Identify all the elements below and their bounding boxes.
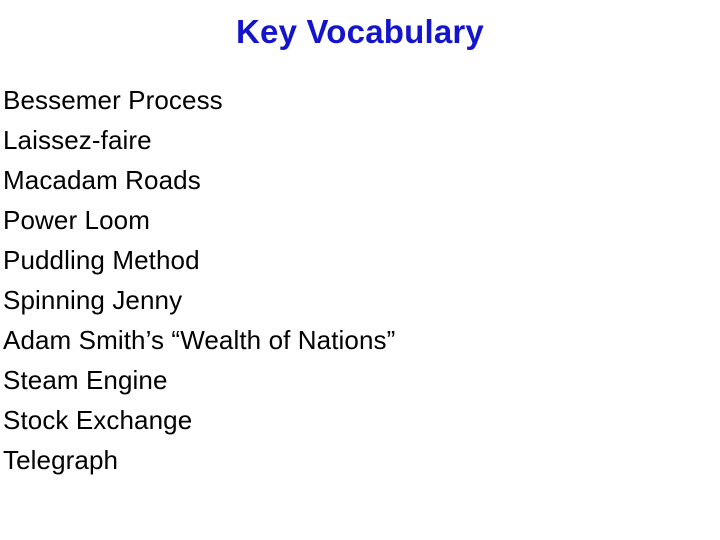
list-item: Macadam Roads <box>3 165 201 195</box>
list-item: Laissez-faire <box>3 125 152 155</box>
list-item: Bessemer Process <box>3 85 223 115</box>
page-title: Key Vocabulary <box>236 13 484 50</box>
slide: Key Vocabulary Bessemer Process Laissez-… <box>0 0 720 540</box>
list-item: Power Loom <box>3 205 150 235</box>
vocabulary-list: Bessemer Process Laissez-faire Macadam R… <box>3 80 717 480</box>
list-item: Steam Engine <box>3 365 168 395</box>
list-item: Stock Exchange <box>3 405 193 435</box>
list-item: Spinning Jenny <box>3 285 183 315</box>
list-item: Puddling Method <box>3 245 200 275</box>
list-item: Adam Smith’s “Wealth of Nations” <box>3 325 396 355</box>
list-item: Telegraph <box>3 445 119 475</box>
